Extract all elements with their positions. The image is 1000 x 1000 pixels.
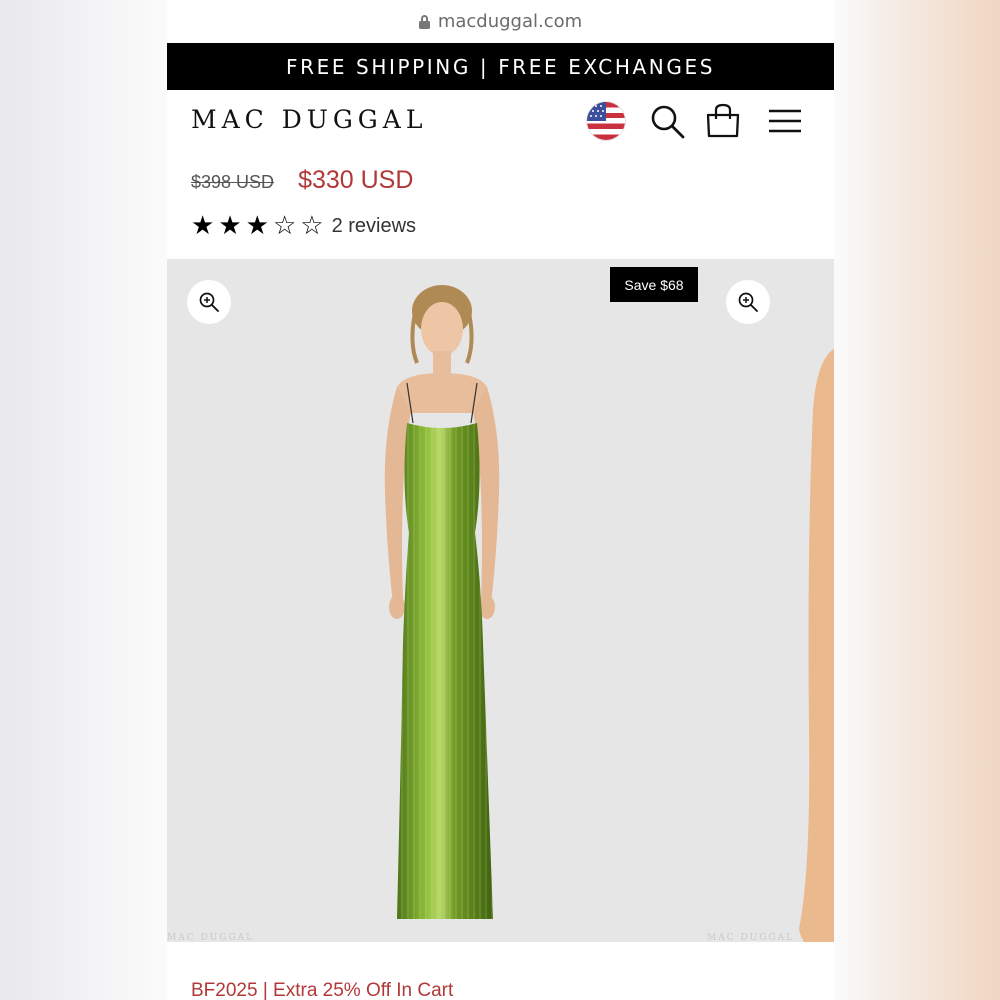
zoom-in-icon — [738, 292, 758, 312]
lock-icon — [418, 14, 430, 29]
reviews-link[interactable]: 2 reviews — [332, 215, 416, 238]
shopping-bag-icon[interactable] — [703, 102, 743, 142]
phone-screen: macduggal.com FREE SHIPPING | FREE EXCHA… — [167, 0, 834, 1000]
url-text: macduggal.com — [437, 11, 583, 32]
star-empty-icon: ☆ — [272, 211, 297, 241]
star-rating: ★ ★ ★ ☆ ☆ — [191, 213, 324, 239]
us-flag-icon[interactable] — [587, 102, 625, 140]
promo-banner-text: FREE SHIPPING | FREE EXCHANGES — [286, 54, 715, 79]
search-icon[interactable] — [648, 102, 688, 142]
sale-price: $330 USD — [298, 166, 414, 194]
next-product-photo-preview[interactable] — [789, 349, 834, 942]
zoom-button[interactable] — [726, 280, 770, 324]
site-header: MAC DUGGAL — [167, 90, 834, 156]
promo-code-text: BF2025 | Extra 25% Off In Cart — [191, 980, 454, 1000]
image-watermark: MAC DUGGAL — [167, 933, 255, 942]
zoom-button[interactable] — [187, 280, 231, 324]
zoom-in-icon — [199, 292, 219, 312]
hamburger-menu-icon[interactable] — [765, 102, 805, 142]
browser-url-bar[interactable]: macduggal.com — [167, 0, 834, 43]
star-empty-icon: ☆ — [300, 211, 324, 241]
brand-logo[interactable]: MAC DUGGAL — [191, 105, 427, 134]
image-watermark: MAC DUGGAL — [707, 933, 795, 942]
promo-banner: FREE SHIPPING | FREE EXCHANGES — [167, 43, 834, 90]
save-badge: Save $68 — [610, 267, 698, 302]
product-photo-green-sequin-gown — [384, 285, 500, 919]
star-filled-icon: ★ — [191, 211, 215, 241]
product-image-gallery[interactable]: Save $68 MAC DUGGAL MAC DUGGAL — [167, 259, 834, 942]
original-price: $398 USD — [191, 172, 275, 192]
price-row: $398 USD $330 USD — [191, 166, 413, 195]
star-filled-icon: ★ — [245, 211, 269, 241]
star-filled-icon: ★ — [218, 211, 242, 241]
rating-row[interactable]: ★ ★ ★ ☆ ☆ 2 reviews — [191, 213, 416, 239]
